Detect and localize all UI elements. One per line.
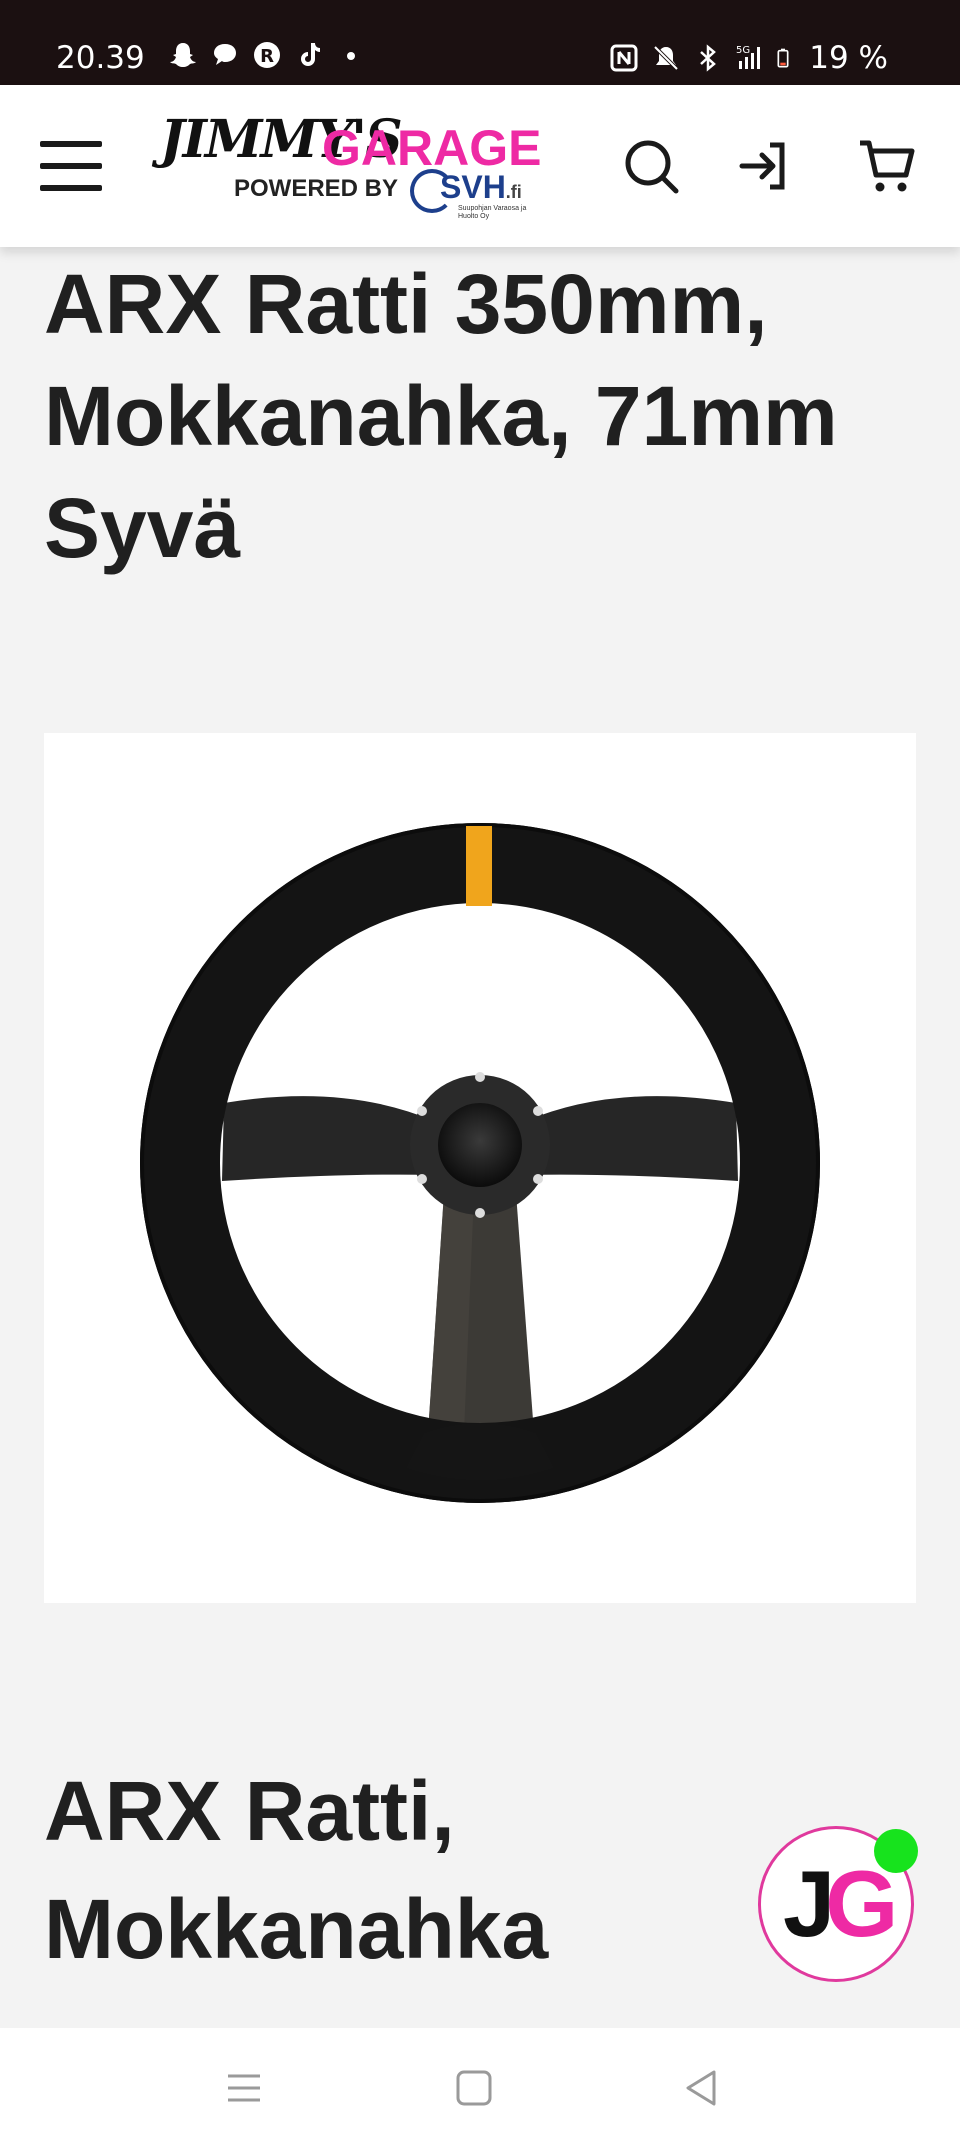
- chat-avatar-logo: JG: [783, 1851, 898, 1956]
- r-app-icon: R: [254, 42, 280, 68]
- menu-icon: [40, 141, 102, 147]
- product-subtitle: ARX Ratti, Mokkanahka: [44, 1764, 549, 1976]
- home-icon[interactable]: [452, 2066, 496, 2110]
- menu-button[interactable]: [40, 135, 106, 195]
- logo-partner: SVH.fi: [440, 169, 522, 205]
- back-icon[interactable]: [680, 2066, 724, 2110]
- cart-icon[interactable]: [856, 135, 918, 197]
- chat-widget-button[interactable]: JG: [758, 1826, 918, 1982]
- notification-icons: R: [168, 40, 366, 70]
- logo-partner-tagline: Suupohjan Varaosa ja Huolto Oy: [458, 205, 527, 220]
- steering-wheel-image: [140, 823, 820, 1503]
- online-status-dot: [874, 1829, 918, 1873]
- mute-icon: [653, 45, 679, 71]
- site-header: JIMMY'S GARAGE POWERED BY SVH.fi Suupohj…: [0, 85, 960, 247]
- nfc-icon: [610, 44, 638, 72]
- recent-apps-icon[interactable]: [222, 2066, 266, 2110]
- signal-icon: 5G: [736, 45, 761, 69]
- svg-text:R: R: [260, 46, 274, 67]
- logo-powered-by: POWERED BY: [234, 175, 399, 202]
- tiktok-icon: [301, 43, 320, 66]
- chat-bubble-icon: [214, 44, 236, 65]
- status-time: 20.39: [56, 40, 145, 76]
- site-logo[interactable]: JIMMY'S GARAGE POWERED BY SVH.fi Suupohj…: [158, 109, 541, 220]
- product-image[interactable]: [44, 733, 916, 1603]
- snapchat-icon: [170, 43, 196, 67]
- search-icon[interactable]: [620, 135, 682, 197]
- more-dot-icon: [347, 52, 355, 60]
- battery-icon: [777, 48, 789, 68]
- system-nav-bar: [0, 2028, 960, 2146]
- bluetooth-icon: [700, 44, 717, 72]
- system-icons: 5G 19 %: [609, 40, 888, 76]
- product-title: ARX Ratti 350mm, Mokkanahka, 71mm Syvä: [44, 257, 838, 575]
- status-bar: 20.39 R 5G 19 %: [0, 0, 960, 85]
- svg-text:5G: 5G: [736, 45, 750, 56]
- battery-percent: 19 %: [809, 40, 888, 76]
- login-icon[interactable]: [734, 135, 796, 197]
